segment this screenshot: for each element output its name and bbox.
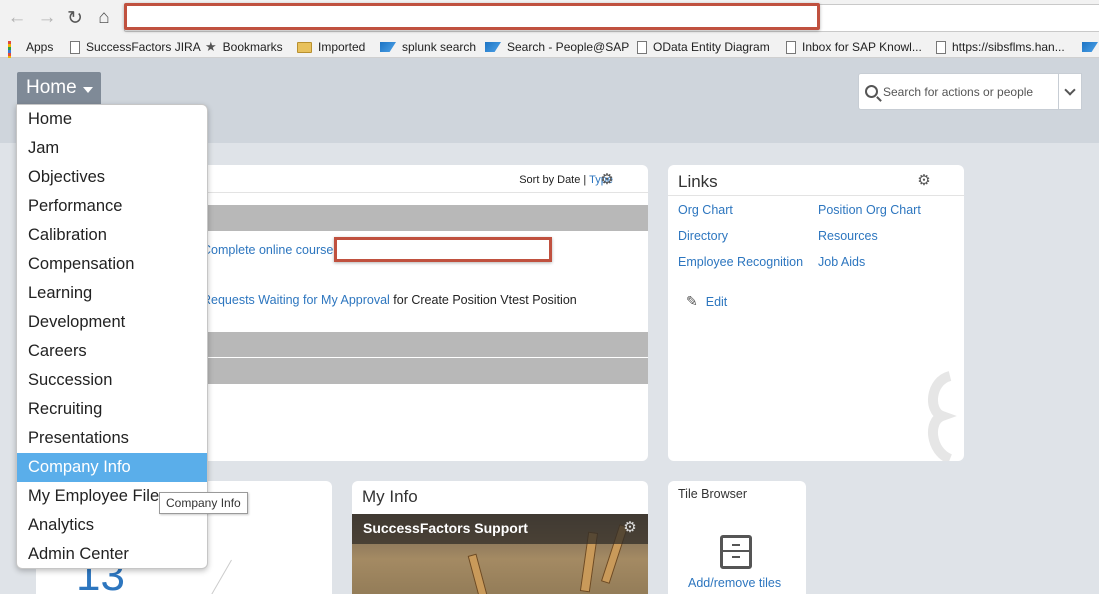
- bookmark-bookmarks[interactable]: ★ Bookmarks: [205, 38, 283, 56]
- todo-item-course: Complete online course: [202, 243, 333, 257]
- bookmark-odata-entity-diagram[interactable]: OData Entity Diagram: [637, 38, 770, 56]
- tile-browser: Tile Browser Add/remove tiles: [668, 481, 806, 594]
- tooltip: Company Info: [159, 492, 248, 514]
- link-job-aids[interactable]: Job Aids: [818, 255, 865, 269]
- link-position-org-chart[interactable]: Position Org Chart: [818, 203, 921, 217]
- pencil-icon: ✎: [686, 293, 698, 309]
- caret-down-icon: [82, 86, 93, 93]
- bookmark-successfactors-jira[interactable]: SuccessFactors JIRA: [70, 38, 201, 56]
- menu-item-analytics[interactable]: Analytics: [17, 511, 207, 540]
- bookmark-imported[interactable]: Imported: [297, 38, 365, 56]
- link-employee-recognition[interactable]: Employee Recognition: [678, 255, 803, 269]
- menu-item-recruiting[interactable]: Recruiting: [17, 395, 207, 424]
- bookmark-sibsflms[interactable]: https://sibsflms.han...: [936, 38, 1065, 56]
- bookmarks-bar: Apps SuccessFactors JIRA ★ Bookmarks Impo…: [0, 36, 1099, 68]
- bookmark-inbox-sap[interactable]: Inbox for SAP Knowl...: [786, 38, 922, 56]
- menu-item-presentations[interactable]: Presentations: [17, 424, 207, 453]
- page-icon: [936, 40, 946, 54]
- my-info-tile: My Info SuccessFactors Support ⚙: [352, 481, 648, 594]
- menu-item-compensation[interactable]: Compensation: [17, 250, 207, 279]
- menu-item-objectives[interactable]: Objectives: [17, 163, 207, 192]
- menu-item-careers[interactable]: Careers: [17, 337, 207, 366]
- menu-item-performance[interactable]: Performance: [17, 192, 207, 221]
- tile-browser-title: Tile Browser: [678, 487, 747, 501]
- star-icon: ★: [205, 39, 217, 54]
- bookmark-search-people[interactable]: Search - People@SAP: [485, 38, 629, 56]
- approval-requests-link[interactable]: Requests Waiting for My Approval: [202, 293, 390, 307]
- support-banner[interactable]: SuccessFactors Support: [352, 514, 648, 544]
- back-arrow-icon[interactable]: ←: [6, 7, 28, 29]
- home-menu-button[interactable]: Home: [17, 72, 101, 104]
- gear-icon[interactable]: ⚙: [917, 173, 931, 188]
- page-icon: [637, 40, 647, 54]
- menu-item-succession[interactable]: Succession: [17, 366, 207, 395]
- home-icon[interactable]: ⌂: [93, 7, 115, 29]
- forward-arrow-icon[interactable]: →: [36, 7, 58, 29]
- gear-icon[interactable]: ⚙: [623, 520, 637, 535]
- menu-item-learning[interactable]: Learning: [17, 279, 207, 308]
- search-icon: [865, 85, 878, 98]
- filing-cabinet-icon[interactable]: [720, 535, 752, 569]
- menu-item-calibration[interactable]: Calibration: [17, 221, 207, 250]
- divider: [668, 195, 964, 196]
- links-title: Links: [678, 172, 718, 191]
- link-watermark-icon: [928, 371, 957, 461]
- todo-redaction: [334, 237, 552, 262]
- menu-item-company-info[interactable]: Company Info: [17, 453, 207, 482]
- sap-icon: [485, 42, 501, 52]
- folder-icon: [297, 41, 312, 53]
- link-directory[interactable]: Directory: [678, 229, 728, 243]
- todo-item-approval: Requests Waiting for My Approval for Cre…: [202, 293, 577, 307]
- my-info-title: My Info: [362, 487, 418, 506]
- sap-icon: [1082, 42, 1098, 52]
- giraffe-neck: [467, 553, 490, 594]
- link-resources[interactable]: Resources: [818, 229, 878, 243]
- sap-icon: [380, 42, 396, 52]
- complete-course-link[interactable]: Complete online course: [202, 243, 333, 257]
- gear-icon[interactable]: ⚙: [600, 172, 614, 187]
- menu-item-development[interactable]: Development: [17, 308, 207, 337]
- page-icon: [70, 40, 80, 54]
- links-tile: Links ⚙ Org Chart Position Org Chart Dir…: [668, 165, 964, 461]
- bookmark-overflow[interactable]: [1082, 38, 1099, 56]
- add-remove-tiles-link[interactable]: Add/remove tiles: [688, 576, 781, 590]
- apps-icon: [8, 41, 20, 68]
- search-dropdown-button[interactable]: [1058, 73, 1082, 110]
- sort-controls: Sort by Date | Type: [519, 174, 613, 186]
- giraffe-photo[interactable]: SuccessFactors Support ⚙: [352, 514, 648, 594]
- search-input[interactable]: Search for actions or people: [858, 73, 1059, 110]
- menu-item-jam[interactable]: Jam: [17, 134, 207, 163]
- browser-toolbar: ← → ↻ ⌂: [0, 0, 1099, 36]
- chevron-down-icon: [1064, 83, 1076, 96]
- edit-links-button[interactable]: ✎ Edit: [686, 293, 727, 310]
- address-redaction: [124, 3, 820, 30]
- menu-item-home[interactable]: Home: [17, 105, 207, 134]
- page-icon: [786, 40, 796, 54]
- menu-item-admin-center[interactable]: Admin Center: [17, 540, 207, 569]
- link-org-chart[interactable]: Org Chart: [678, 203, 733, 217]
- bookmark-splunk-search[interactable]: splunk search: [380, 38, 476, 56]
- bookmark-apps[interactable]: Apps: [8, 38, 53, 68]
- reload-icon[interactable]: ↻: [64, 7, 86, 29]
